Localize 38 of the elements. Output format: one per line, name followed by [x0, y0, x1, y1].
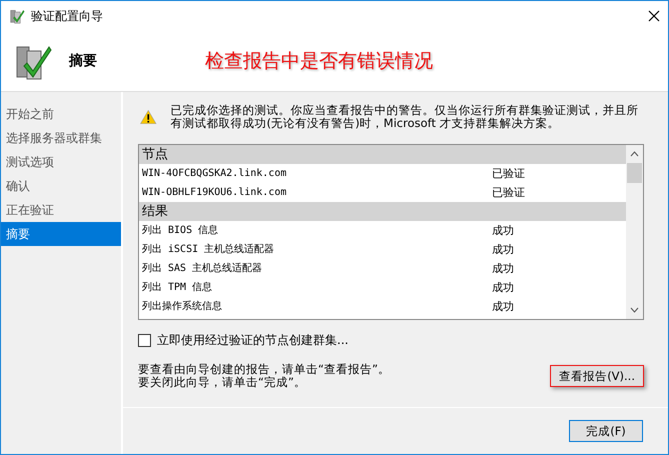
item-status: 成功	[492, 280, 514, 296]
item-name: 列出 BIOS 信息	[142, 224, 220, 238]
sidebar-item[interactable]: 测试选项	[1, 150, 121, 174]
item-name: 列出操作系统信息	[142, 300, 223, 314]
item-status: 成功	[492, 223, 514, 239]
item-status: 成功	[492, 261, 514, 277]
scrollbar-thumb[interactable]	[627, 163, 642, 183]
item-status: 成功	[492, 299, 514, 315]
annotation-text: 检查报告中是否有错误情况	[205, 49, 433, 74]
page-title: 摘要	[69, 52, 98, 70]
item-name: WIN-4OFCBQGSKA2.link.com	[142, 167, 288, 181]
server-check-icon	[9, 8, 25, 24]
scrollbar[interactable]	[626, 145, 643, 319]
checkbox-label[interactable]: 立即使用经过验证的节点创建群集...	[157, 332, 348, 349]
sidebar-item[interactable]: 正在验证	[1, 198, 121, 222]
sidebar-item[interactable]: 开始之前	[1, 102, 121, 126]
view-report-button[interactable]: 查看报告(V)...	[550, 365, 644, 387]
sidebar-item[interactable]: 摘要	[1, 222, 121, 246]
item-name: 列出 TPM 信息	[142, 280, 214, 295]
scroll-up-icon[interactable]	[630, 151, 639, 157]
sidebar-item[interactable]: 确认	[1, 174, 121, 198]
instruction-text: 要查看由向导创建的报告，请单击“查看报告”。	[138, 363, 390, 376]
item-status: 已验证	[492, 185, 525, 201]
window-title: 验证配置向导	[31, 8, 104, 24]
section-header: 节点	[139, 145, 626, 164]
instruction-text: 要关闭此向导，请单击“完成”。	[138, 376, 307, 389]
item-name: 列出 SAS 主机总线适配器	[142, 262, 264, 276]
finish-button[interactable]: 完成(F)	[569, 420, 643, 442]
warning-message: 已完成你选择的测试。你应当查看报告中的警告。仅当你运行所有群集验证测试，并且所有测试都取得成功(无论有没有警告)时，Microsoft 才支持群集解决方案。	[170, 104, 640, 130]
sidebar-item[interactable]: 选择服务器或群集	[1, 126, 121, 150]
item-name: WIN-OBHLF19KOU6.link.com	[142, 186, 288, 200]
item-name: 列出 iSCSI 主机总线适配器	[142, 242, 276, 257]
checkbox[interactable]	[138, 334, 151, 347]
section-header: 结果	[139, 202, 626, 221]
item-status: 成功	[492, 242, 514, 258]
scroll-down-icon[interactable]	[630, 307, 639, 313]
close-icon[interactable]	[648, 10, 660, 22]
item-status: 已验证	[492, 166, 525, 182]
